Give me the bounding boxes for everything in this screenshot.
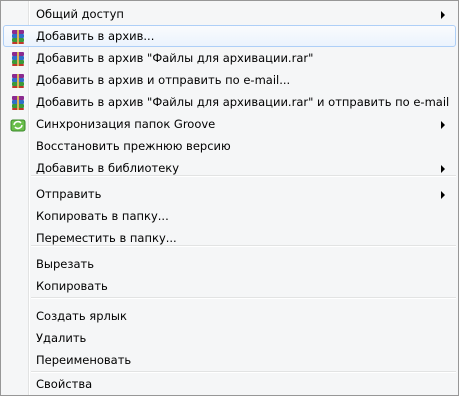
menu-item-label: Добавить в архив "Файлы для архивации.ra… [36, 95, 450, 109]
menu-item-label: Общий доступ [36, 7, 124, 21]
menu-item-properties[interactable]: Свойства [3, 373, 456, 395]
menu-item-label: Отправить [36, 187, 102, 201]
submenu-arrow-icon [441, 11, 445, 19]
menu-item-rename[interactable]: Переименовать [3, 349, 456, 371]
menu-item-label: Свойства [36, 377, 93, 391]
menu-item-label: Копировать в папку... [36, 209, 169, 223]
winrar-icon [12, 52, 24, 66]
menu-item-label: Добавить в архив "Файлы для архивации.ra… [36, 51, 314, 65]
winrar-icon [12, 74, 24, 88]
menu-item-label: Удалить [36, 331, 87, 345]
menu-separator [31, 297, 456, 299]
menu-separator [31, 245, 456, 247]
submenu-arrow-icon [441, 121, 445, 129]
menu-separator [31, 175, 456, 177]
menu-item-copy[interactable]: Копировать [3, 275, 456, 297]
menu-item-cut[interactable]: Вырезать [3, 253, 456, 275]
menu-item-add-to-named-archive-and-email[interactable]: Добавить в архив "Файлы для архивации.ra… [3, 91, 456, 113]
menu-item-copy-to-folder[interactable]: Копировать в папку... [3, 205, 456, 227]
winrar-icon [12, 30, 24, 44]
menu-item-add-to-archive[interactable]: Добавить в архив... [3, 25, 456, 47]
menu-item-label: Создать ярлык [36, 309, 127, 323]
context-menu: Общий доступ Добавить в архив... Добавит… [0, 0, 459, 396]
menu-item-label: Копировать [36, 279, 108, 293]
menu-item-label: Синхронизация папок Groove [36, 117, 216, 131]
menu-item-add-to-archive-and-email[interactable]: Добавить в архив и отправить по e-mail..… [3, 69, 456, 91]
menu-item-label: Добавить в архив... [36, 29, 155, 43]
menu-item-restore-previous-version[interactable]: Восстановить прежнюю версию [3, 135, 456, 157]
menu-item-delete[interactable]: Удалить [3, 327, 456, 349]
menu-item-label: Восстановить прежнюю версию [36, 139, 231, 153]
groove-sync-icon [10, 119, 26, 132]
menu-item-send-to[interactable]: Отправить [3, 183, 456, 205]
winrar-icon [12, 96, 24, 110]
menu-item-share[interactable]: Общий доступ [3, 3, 456, 25]
submenu-arrow-icon [441, 165, 445, 173]
menu-item-label: Добавить в архив и отправить по e-mail..… [36, 73, 291, 87]
menu-item-label: Переименовать [36, 353, 132, 367]
menu-item-groove-sync[interactable]: Синхронизация папок Groove [3, 113, 456, 135]
menu-item-add-to-named-archive[interactable]: Добавить в архив "Файлы для архивации.ra… [3, 47, 456, 69]
menu-item-label: Вырезать [36, 257, 94, 271]
submenu-arrow-icon [441, 191, 445, 199]
menu-item-create-shortcut[interactable]: Создать ярлык [3, 305, 456, 327]
